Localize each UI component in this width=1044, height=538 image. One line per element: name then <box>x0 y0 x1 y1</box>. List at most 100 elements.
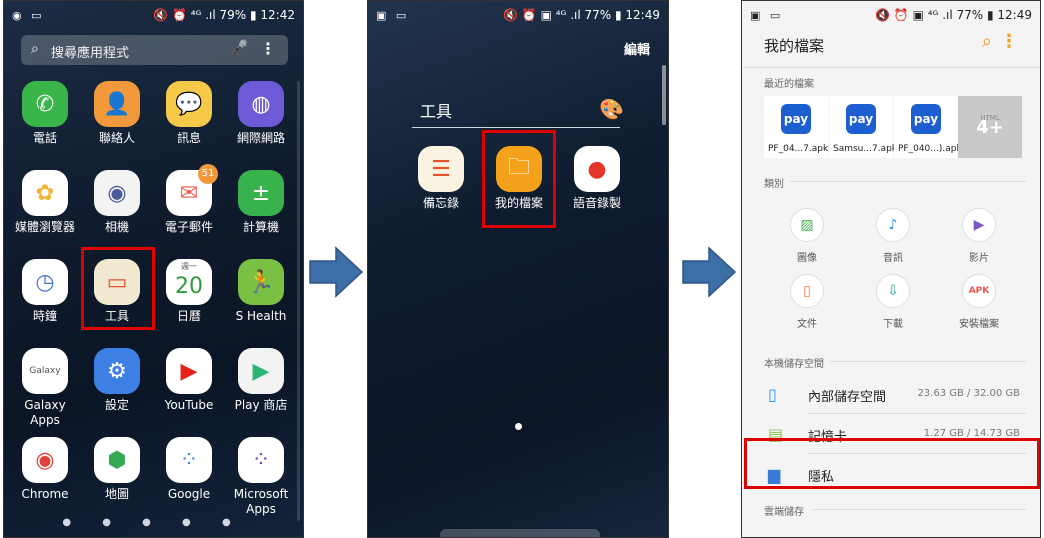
recent-file[interactable]: pay PF_04...7.apk <box>764 96 828 158</box>
app-galaxy-apps[interactable]: Galaxy Galaxy Apps <box>8 348 82 428</box>
category-glyph: APK <box>968 286 990 296</box>
app-google-folder[interactable]: ⁘ Google <box>152 437 226 502</box>
scrollbar <box>662 65 666 125</box>
app-media-browser[interactable]: ✿ 媒體瀏覽器 <box>8 170 82 235</box>
internet-icon: ◍ <box>238 81 284 127</box>
microsoft-folder-icon: ⁘ <box>238 437 284 483</box>
category-image[interactable]: ▨ 圖像 <box>770 208 844 264</box>
page-title: 我的檔案 <box>764 37 825 55</box>
app-voice-recorder[interactable]: ● 語音錄製 <box>560 146 634 211</box>
app-microsoft-folder[interactable]: ⁘ Microsoft Apps <box>224 437 298 517</box>
app-play-store[interactable]: ▶ Play 商店 <box>224 348 298 413</box>
local-storage-label: 本機儲存空間 <box>764 359 824 370</box>
app-label: 訊息 <box>176 131 201 145</box>
category-audio[interactable]: ♪ 音訊 <box>856 208 930 264</box>
page-indicator <box>515 423 522 430</box>
messages-icon: 💬 <box>166 81 212 127</box>
storage-divider <box>830 361 1026 362</box>
phone-storage-icon: ▯ <box>768 385 777 404</box>
arrow-right-icon <box>309 246 364 298</box>
google-folder-icon: ⁘ <box>166 437 212 483</box>
file-thumbnail: pay <box>829 96 893 141</box>
search-icon[interactable]: ⌕ <box>982 31 992 52</box>
calendar-icon: 週一 20 <box>166 259 212 305</box>
app-camera[interactable]: ◉ 相機 <box>80 170 154 235</box>
recent-file[interactable]: pay PF_040...).apk <box>894 96 962 158</box>
category-video[interactable]: ▶ 影片 <box>942 208 1016 264</box>
highlight-my-files <box>482 130 556 228</box>
storage-size: 23.63 GB / 32.00 GB <box>917 388 1020 399</box>
file-name: PF_04...7.apk <box>768 144 829 154</box>
more-options-icon[interactable]: ⋮ <box>260 39 276 58</box>
app-settings[interactable]: ⚙ 設定 <box>80 348 154 413</box>
status-indicators: 🔇 ⏰ ⁴ᴳ .ıl 79% ▮ 12:42 <box>153 8 295 22</box>
app-calendar[interactable]: 週一 20 日曆 <box>152 259 226 324</box>
app-glyph: ◉ <box>35 447 55 473</box>
highlight-tools-folder <box>81 247 155 330</box>
shealth-icon: 🏃 <box>238 259 284 305</box>
category-apk[interactable]: APK 安裝檔案 <box>942 274 1016 330</box>
recent-files-label: 最近的檔案 <box>764 79 814 90</box>
arrow-right-icon <box>682 246 737 298</box>
settings-icon: ⚙ <box>94 348 140 394</box>
category-label: 類別 <box>764 179 784 190</box>
camera-icon: ◉ <box>94 170 140 216</box>
app-calculator[interactable]: ± 計算機 <box>224 170 298 235</box>
maps-icon: ⬢ <box>94 437 140 483</box>
category-document[interactable]: ▯ 文件 <box>770 274 844 330</box>
microphone-icon[interactable]: 🎤 <box>231 40 248 56</box>
app-bar: 我的檔案 ⌕ ⋮ <box>742 29 1040 65</box>
app-label: YouTube <box>164 398 214 412</box>
appbar-divider <box>742 67 1040 68</box>
app-glyph: 👤 <box>103 91 131 117</box>
app-youtube[interactable]: ▶ YouTube <box>152 348 226 413</box>
app-glyph: ▶ <box>180 358 198 384</box>
file-name: PF_040...).apk <box>898 144 962 154</box>
app-glyph: ⁘ <box>251 447 271 473</box>
bottom-handle[interactable] <box>440 529 600 537</box>
apk-icon: APK <box>962 274 996 308</box>
app-label: Galaxy Apps <box>24 398 66 427</box>
app-email[interactable]: ✉ 51 電子郵件 <box>152 164 226 235</box>
storage-phone-storage[interactable]: ▯ 內部儲存空間 23.63 GB / 32.00 GB <box>742 374 1040 414</box>
status-indicators: 🔇 ⏰ ▣ ⁴ᴳ .ıl 77% ▮ 12:49 <box>503 8 660 22</box>
more-options-icon[interactable]: ⋮ <box>1000 31 1018 52</box>
search-placeholder: 搜尋應用程式 <box>51 46 130 61</box>
youtube-icon: ▶ <box>166 348 212 394</box>
app-maps[interactable]: ⬢ 地圖 <box>80 437 154 502</box>
cloud-storage-label: 雲端儲存 <box>764 507 804 518</box>
recent-file[interactable]: pay Samsu...7.apk <box>829 96 897 158</box>
category-label: 文件 <box>797 319 817 330</box>
memo-icon: ☰ <box>418 146 464 192</box>
app-chrome[interactable]: ◉ Chrome <box>8 437 82 502</box>
folder-title[interactable]: 工具 <box>420 98 452 122</box>
app-internet[interactable]: ◍ 網際網路 <box>224 81 298 146</box>
play-store-icon: ▶ <box>238 348 284 394</box>
recent-files-more[interactable]: HTML 4+ <box>958 96 1022 158</box>
app-glyph: ⚙ <box>107 358 127 384</box>
samsung-pay-icon: pay <box>911 103 941 134</box>
app-label: 日曆 <box>176 309 201 323</box>
app-phone[interactable]: ✆ 電話 <box>8 81 82 146</box>
app-memo[interactable]: ☰ 備忘錄 <box>404 146 478 211</box>
highlight-private-folder <box>744 438 1040 489</box>
app-messages[interactable]: 💬 訊息 <box>152 81 226 146</box>
edit-button[interactable]: 編輯 <box>624 39 650 58</box>
app-clock[interactable]: ◷ 時鐘 <box>8 259 82 324</box>
search-icon: ⌕ <box>31 41 39 57</box>
app-search-bar[interactable]: ⌕ 搜尋應用程式 🎤 ⋮ <box>21 35 288 65</box>
media-browser-icon: ✿ <box>22 170 68 216</box>
app-drawer-screen: ◉ ▭ 🔇 ⏰ ⁴ᴳ .ıl 79% ▮ 12:42 ⌕ 搜尋應用程式 🎤 ⋮ … <box>3 0 304 538</box>
scrollbar <box>297 81 300 521</box>
app-label: 設定 <box>104 398 129 412</box>
calculator-icon: ± <box>238 170 284 216</box>
more-count: 4+ <box>976 117 1004 138</box>
app-label: 時鐘 <box>32 309 57 323</box>
app-label: 電子郵件 <box>164 220 213 234</box>
app-contacts[interactable]: 👤 聯絡人 <box>80 81 154 146</box>
app-glyph: ± <box>251 180 271 206</box>
category-download[interactable]: ⇩ 下載 <box>856 274 930 330</box>
app-shealth[interactable]: 🏃 S Health <box>224 259 298 324</box>
palette-icon[interactable]: 🎨 <box>599 97 624 121</box>
notification-icons: ▣ ▭ <box>750 9 784 22</box>
